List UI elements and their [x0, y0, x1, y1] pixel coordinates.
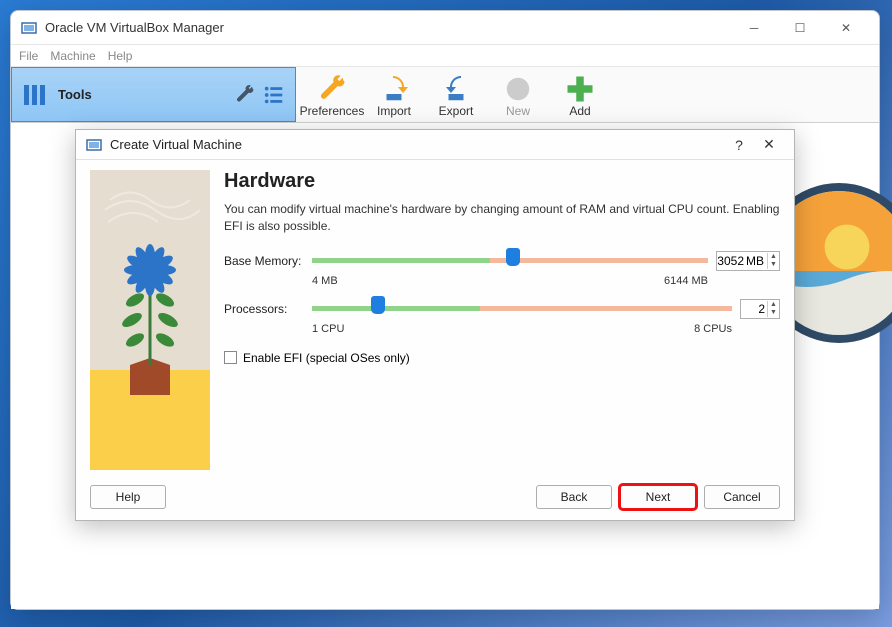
efi-label: Enable EFI (special OSes only) [243, 351, 410, 365]
cpu-spinbox[interactable]: 2 ▲▼ [740, 299, 780, 319]
wizard-title: Create Virtual Machine [110, 137, 724, 152]
memory-slider[interactable] [312, 254, 708, 268]
memory-range-labels: 4 MB 6144 MB [224, 275, 780, 287]
tools-bars-icon [22, 81, 50, 109]
import-button[interactable]: Import [364, 72, 424, 118]
memory-label: Base Memory: [224, 254, 304, 268]
wizard-footer: Help Back Next Cancel [76, 474, 794, 520]
import-icon [379, 74, 409, 104]
plus-icon [565, 74, 595, 104]
wrench-icon[interactable] [233, 84, 255, 106]
starburst-icon [503, 74, 533, 104]
menu-file[interactable]: File [19, 49, 38, 63]
virtualbox-icon [21, 20, 37, 36]
wizard-help-icon[interactable]: ? [724, 137, 754, 153]
maximize-button[interactable]: ☐ [777, 12, 823, 44]
wizard-titlebar: Create Virtual Machine ? ✕ [76, 130, 794, 160]
menu-machine[interactable]: Machine [50, 49, 95, 63]
efi-checkbox[interactable] [224, 351, 237, 364]
titlebar: Oracle VM VirtualBox Manager ─ ☐ ✕ [11, 11, 879, 45]
spin-arrows-icon[interactable]: ▲▼ [767, 301, 779, 317]
tools-label: Tools [58, 87, 225, 102]
menu-help[interactable]: Help [108, 49, 133, 63]
close-button[interactable]: ✕ [823, 12, 869, 44]
toolbar-buttons: Preferences Import Export New Add [296, 67, 879, 122]
efi-row[interactable]: Enable EFI (special OSes only) [224, 351, 780, 365]
wizard-close-icon[interactable]: ✕ [754, 136, 784, 153]
cpu-slider[interactable] [312, 302, 732, 316]
minimize-button[interactable]: ─ [731, 12, 777, 44]
toolbar-row: Tools Preferences Import Export New [11, 67, 879, 123]
cpu-row: Processors: 2 ▲▼ [224, 299, 780, 319]
export-icon [441, 74, 471, 104]
back-button[interactable]: Back [536, 485, 612, 509]
virtualbox-icon [86, 137, 102, 153]
wizard-heading: Hardware [224, 170, 780, 193]
spin-arrows-icon[interactable]: ▲▼ [767, 253, 779, 269]
create-vm-wizard: Create Virtual Machine ? ✕ [75, 129, 795, 521]
wizard-form: Hardware You can modify virtual machine'… [224, 170, 780, 470]
wizard-description: You can modify virtual machine's hardwar… [224, 201, 780, 235]
content-area: Create Virtual Machine ? ✕ [11, 123, 879, 609]
tools-pane[interactable]: Tools [11, 67, 296, 122]
cancel-button[interactable]: Cancel [704, 485, 780, 509]
help-button[interactable]: Help [90, 485, 166, 509]
wrench-large-icon [317, 74, 347, 104]
add-button[interactable]: Add [550, 72, 610, 118]
new-button[interactable]: New [488, 72, 548, 118]
memory-slider-thumb[interactable] [506, 248, 520, 266]
wizard-body: Hardware You can modify virtual machine'… [76, 160, 794, 474]
memory-spinbox[interactable]: 3052 MB ▲▼ [716, 251, 780, 271]
next-button[interactable]: Next [620, 485, 696, 509]
memory-row: Base Memory: 3052 MB ▲▼ [224, 251, 780, 271]
export-button[interactable]: Export [426, 72, 486, 118]
cpu-label: Processors: [224, 302, 304, 316]
main-window: Oracle VM VirtualBox Manager ─ ☐ ✕ File … [10, 10, 880, 610]
cpu-slider-thumb[interactable] [371, 296, 385, 314]
cpu-range-labels: 1 CPU 8 CPUs [224, 323, 780, 335]
list-icon[interactable] [263, 84, 285, 106]
preferences-button[interactable]: Preferences [302, 72, 362, 118]
menubar: File Machine Help [11, 45, 879, 67]
window-title: Oracle VM VirtualBox Manager [45, 20, 731, 35]
wizard-artwork [90, 170, 210, 470]
